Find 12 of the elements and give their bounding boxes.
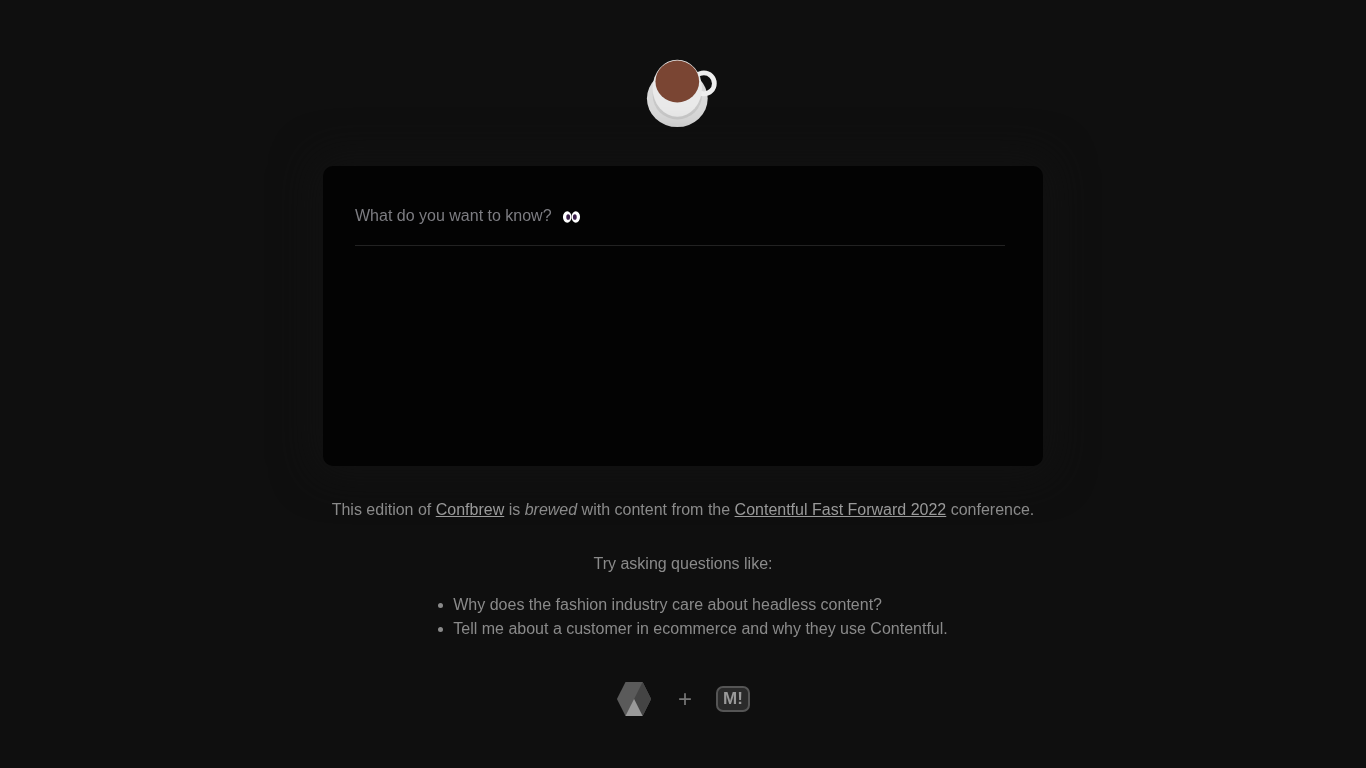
intro-text: This edition of Confbrew is brewed with content from the Contentful Fast Forward 2022 conference. — [331, 501, 1035, 519]
link[interactable]: Confbrew — [435, 501, 505, 518]
link[interactable]: Contentful Fast Forward 2022 — [734, 501, 947, 518]
bullet-icon — [438, 626, 444, 632]
suggestion-text: Tell me about a customer in ecommerce and why they use Contentful. — [453, 619, 948, 639]
bullet-icon — [438, 602, 444, 608]
eyes-icon — [562, 210, 581, 224]
suggestions-heading: Try asking questions like: — [593, 555, 773, 573]
suggestion-text: Why does the fashion industry care about headless content? — [453, 595, 882, 615]
question-field[interactable]: What do you want to know? — [355, 196, 1005, 246]
plus-sign: + — [678, 685, 693, 713]
markdown-logo: M! — [716, 686, 750, 712]
